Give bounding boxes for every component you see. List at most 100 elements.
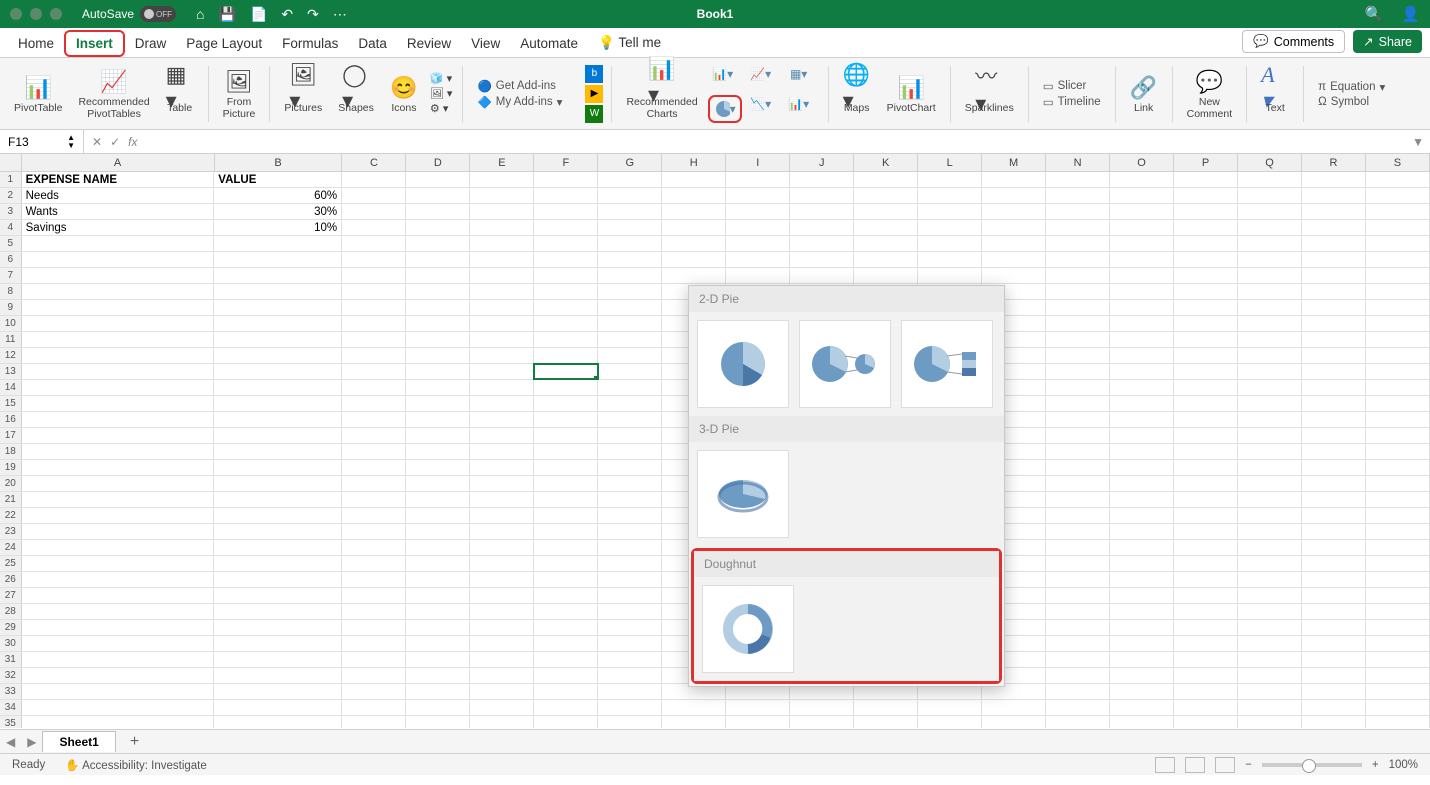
- row-header-28[interactable]: 28: [0, 604, 22, 619]
- cell-C17[interactable]: [342, 428, 406, 443]
- row-header-2[interactable]: 2: [0, 188, 22, 203]
- cell-S35[interactable]: [1366, 716, 1430, 728]
- cell-B32[interactable]: [214, 668, 342, 683]
- cell-A16[interactable]: [22, 412, 215, 427]
- row-header-18[interactable]: 18: [0, 444, 22, 459]
- cell-H1[interactable]: [662, 172, 726, 187]
- cell-E24[interactable]: [470, 540, 534, 555]
- cell-O10[interactable]: [1110, 316, 1174, 331]
- cell-E21[interactable]: [470, 492, 534, 507]
- cell-Q18[interactable]: [1238, 444, 1302, 459]
- cell-Q11[interactable]: [1238, 332, 1302, 347]
- cell-D35[interactable]: [406, 716, 470, 728]
- cell-O14[interactable]: [1110, 380, 1174, 395]
- row-header-35[interactable]: 35: [0, 716, 22, 728]
- cell-A26[interactable]: [22, 572, 215, 587]
- cell-Q5[interactable]: [1238, 236, 1302, 251]
- cell-A19[interactable]: [22, 460, 215, 475]
- cell-E22[interactable]: [470, 508, 534, 523]
- cell-A18[interactable]: [22, 444, 215, 459]
- cell-D7[interactable]: [406, 268, 470, 283]
- cell-G35[interactable]: [598, 716, 662, 728]
- cell-C7[interactable]: [342, 268, 406, 283]
- cell-M2[interactable]: [982, 188, 1046, 203]
- cell-K6[interactable]: [854, 252, 918, 267]
- cell-A28[interactable]: [22, 604, 215, 619]
- row-header-27[interactable]: 27: [0, 588, 22, 603]
- fx-icon[interactable]: fx: [128, 135, 137, 149]
- col-header-J[interactable]: J: [790, 154, 854, 171]
- cell-P1[interactable]: [1174, 172, 1238, 187]
- cell-N25[interactable]: [1046, 556, 1110, 571]
- cell-N12[interactable]: [1046, 348, 1110, 363]
- cell-G30[interactable]: [598, 636, 662, 651]
- cell-B20[interactable]: [214, 476, 342, 491]
- cell-O24[interactable]: [1110, 540, 1174, 555]
- cell-C3[interactable]: [342, 204, 406, 219]
- cell-G24[interactable]: [598, 540, 662, 555]
- column-chart-button[interactable]: 📊▾: [708, 65, 738, 83]
- cell-P4[interactable]: [1174, 220, 1238, 235]
- cell-O7[interactable]: [1110, 268, 1174, 283]
- cell-Q30[interactable]: [1238, 636, 1302, 651]
- col-header-A[interactable]: A: [22, 154, 215, 171]
- cell-Q1[interactable]: [1238, 172, 1302, 187]
- cell-C4[interactable]: [342, 220, 406, 235]
- cell-B16[interactable]: [214, 412, 342, 427]
- cell-C12[interactable]: [342, 348, 406, 363]
- cell-P24[interactable]: [1174, 540, 1238, 555]
- cell-O17[interactable]: [1110, 428, 1174, 443]
- cell-Q10[interactable]: [1238, 316, 1302, 331]
- cell-S15[interactable]: [1366, 396, 1430, 411]
- cell-P35[interactable]: [1174, 716, 1238, 728]
- cell-Q27[interactable]: [1238, 588, 1302, 603]
- cell-B9[interactable]: [214, 300, 342, 315]
- cell-E7[interactable]: [470, 268, 534, 283]
- cell-S4[interactable]: [1366, 220, 1430, 235]
- col-header-I[interactable]: I: [726, 154, 790, 171]
- tab-formulas[interactable]: Formulas: [272, 30, 348, 57]
- table-button[interactable]: ▦ ▾Table: [160, 61, 200, 127]
- cell-S2[interactable]: [1366, 188, 1430, 203]
- cell-A9[interactable]: [22, 300, 215, 315]
- cell-E18[interactable]: [470, 444, 534, 459]
- cell-B34[interactable]: [214, 700, 342, 715]
- cell-G33[interactable]: [598, 684, 662, 699]
- cell-D16[interactable]: [406, 412, 470, 427]
- cell-F11[interactable]: [534, 332, 598, 347]
- account-icon[interactable]: 👤: [1401, 5, 1420, 23]
- cell-N31[interactable]: [1046, 652, 1110, 667]
- cell-C32[interactable]: [342, 668, 406, 683]
- cell-N33[interactable]: [1046, 684, 1110, 699]
- cell-N29[interactable]: [1046, 620, 1110, 635]
- cell-D23[interactable]: [406, 524, 470, 539]
- col-header-N[interactable]: N: [1046, 154, 1110, 171]
- cell-E11[interactable]: [470, 332, 534, 347]
- cell-R5[interactable]: [1302, 236, 1366, 251]
- col-header-H[interactable]: H: [662, 154, 726, 171]
- cell-G14[interactable]: [598, 380, 662, 395]
- cell-S32[interactable]: [1366, 668, 1430, 683]
- tab-draw[interactable]: Draw: [125, 30, 177, 57]
- cell-N1[interactable]: [1046, 172, 1110, 187]
- cell-B6[interactable]: [214, 252, 342, 267]
- select-all-corner[interactable]: [0, 154, 22, 171]
- cell-F18[interactable]: [534, 444, 598, 459]
- row-header-25[interactable]: 25: [0, 556, 22, 571]
- cell-O5[interactable]: [1110, 236, 1174, 251]
- cell-R29[interactable]: [1302, 620, 1366, 635]
- row-header-12[interactable]: 12: [0, 348, 22, 363]
- cell-G25[interactable]: [598, 556, 662, 571]
- cell-C31[interactable]: [342, 652, 406, 667]
- cell-E1[interactable]: [470, 172, 534, 187]
- cell-F17[interactable]: [534, 428, 598, 443]
- window-controls[interactable]: [10, 8, 62, 20]
- cell-B11[interactable]: [214, 332, 342, 347]
- cell-O29[interactable]: [1110, 620, 1174, 635]
- cell-A5[interactable]: [22, 236, 215, 251]
- cell-S17[interactable]: [1366, 428, 1430, 443]
- cell-Q28[interactable]: [1238, 604, 1302, 619]
- cell-R19[interactable]: [1302, 460, 1366, 475]
- get-addins-button[interactable]: 🔵 Get Add-ins: [477, 79, 555, 93]
- cell-E25[interactable]: [470, 556, 534, 571]
